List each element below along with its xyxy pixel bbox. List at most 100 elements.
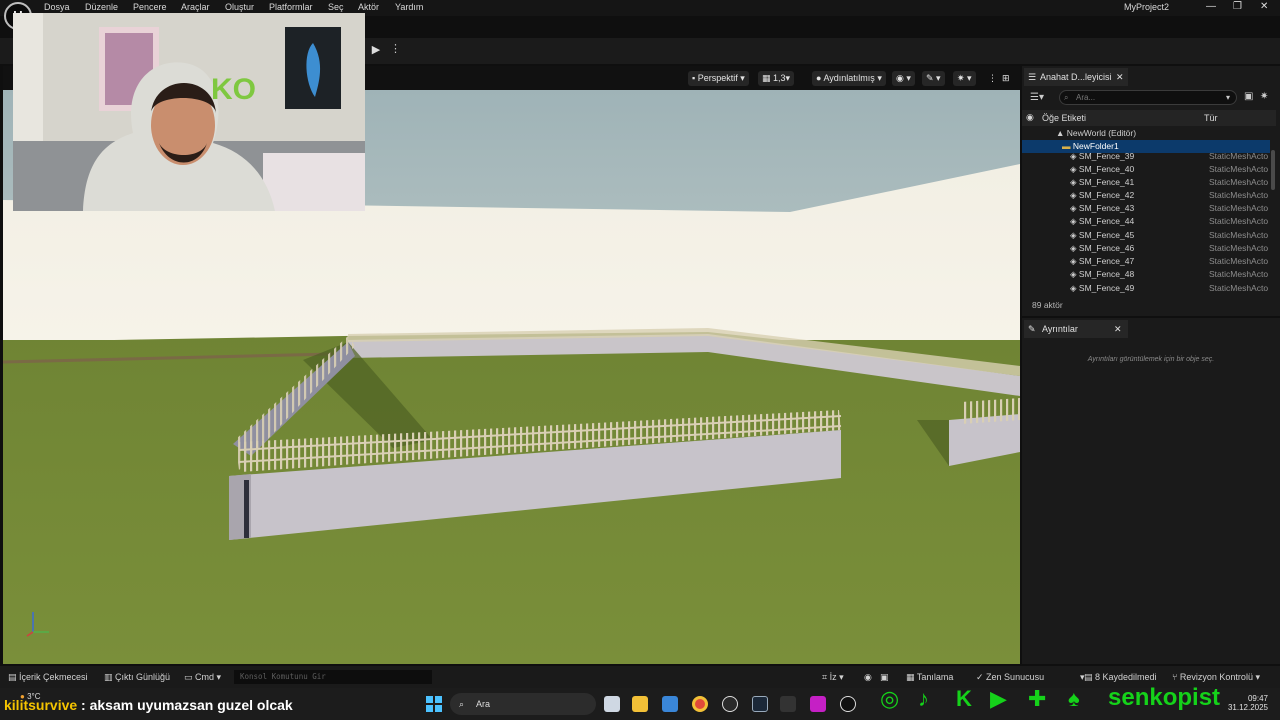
unsaved-button[interactable]: ▤ 8 Kaydedilmedi xyxy=(1084,672,1157,683)
webcam-overlay: KO xyxy=(13,13,365,211)
menu-window[interactable]: Pencere xyxy=(133,2,167,12)
bell-icon: ♠ xyxy=(1068,686,1080,711)
transform-icon: ✎ xyxy=(926,73,934,83)
menu-actor[interactable]: Aktör xyxy=(358,2,379,12)
gear-icon: ✷ xyxy=(957,73,965,83)
drawer-icon: ▤ xyxy=(8,672,20,682)
menu-build[interactable]: Oluştur xyxy=(225,2,254,12)
mesh-icon: ◈ xyxy=(1070,283,1079,293)
show-flags-button[interactable]: ◉ ▾ xyxy=(892,71,915,86)
fov-button[interactable]: ▦ 1,3▾ xyxy=(758,71,795,86)
close-tab-icon[interactable]: ✕ xyxy=(1114,320,1122,338)
youtube-icon: ▶ xyxy=(990,686,1007,711)
obs-icon[interactable] xyxy=(722,696,738,712)
minimize-icon[interactable]: — xyxy=(1206,1,1216,12)
filter-icon[interactable]: ☰▾ xyxy=(1030,92,1044,103)
taskbar-search[interactable]: ⌕ Ara xyxy=(450,693,596,715)
list-item[interactable]: ◈ SM_Fence_45 StaticMeshActo xyxy=(1022,229,1270,242)
list-item[interactable]: ◈ SM_Fence_44 StaticMeshActo xyxy=(1022,215,1270,228)
transform-button[interactable]: ✎ ▾ xyxy=(922,71,945,86)
details-empty-message: Ayrıntıları görüntülemek için bir obje s… xyxy=(1087,356,1215,363)
chat-overlay: kilitsurvive : aksam uyumazsan guzel olc… xyxy=(4,697,293,713)
list-item[interactable]: ◈ SM_Fence_39 StaticMeshActo xyxy=(1022,150,1270,163)
zen-server-button[interactable]: ✓ Zen Sunucusu xyxy=(976,672,1044,683)
chat-username: kilitsurvive xyxy=(4,697,78,713)
column-label[interactable]: Öğe Etiketi xyxy=(1042,113,1086,123)
steam-icon[interactable] xyxy=(752,696,768,712)
list-item[interactable]: ◈ SM_Fence_49 StaticMeshActo xyxy=(1022,282,1270,295)
chevron-down-icon[interactable]: ▾ xyxy=(1226,91,1230,104)
search-icon: ⌕ xyxy=(459,699,465,709)
task-view-icon[interactable] xyxy=(604,696,620,712)
column-type[interactable]: Tür xyxy=(1204,113,1218,123)
grid-icon: ▦ xyxy=(762,73,774,83)
content-drawer-button[interactable]: ▤ İçerik Çekmecesi xyxy=(8,672,88,683)
mesh-icon: ◈ xyxy=(1070,164,1079,174)
tab-outliner[interactable]: ☰ Anahat D...leyicisi ✕ xyxy=(1024,68,1128,86)
outliner-settings-icon[interactable]: ✷ xyxy=(1260,91,1268,102)
cmd-dropdown[interactable]: ▭ Cmd ▾ xyxy=(184,672,221,683)
lighting-button[interactable]: ● Aydınlatılmış ▾ xyxy=(812,71,886,86)
camera-icon[interactable]: ▣ xyxy=(880,672,889,683)
list-item[interactable]: ◈ SM_Fence_47 StaticMeshActo xyxy=(1022,255,1270,268)
streamer-brand: senkopist xyxy=(1108,684,1221,711)
clock-date: 31.12.2025 xyxy=(1227,703,1268,712)
menu-platforms[interactable]: Platformlar xyxy=(269,2,313,12)
diagnostics-icon: ▦ xyxy=(906,672,917,682)
list-item[interactable]: ◈ SM_Fence_43 StaticMeshActo xyxy=(1022,202,1270,215)
list-item[interactable]: ◈ SM_Fence_42 StaticMeshActo xyxy=(1022,189,1270,202)
branch-icon: ⑂ xyxy=(1172,672,1180,682)
menu-select[interactable]: Seç xyxy=(328,2,344,12)
tree-world[interactable]: ▲ NewWorld (Editör) xyxy=(1022,127,1270,140)
revision-control-button[interactable]: ⑂ Revizyon Kontrolü ▾ xyxy=(1172,672,1260,683)
taskbar-clock[interactable]: 09:47 31.12.2025 xyxy=(1226,694,1268,712)
perspective-button[interactable]: ▪ Perspektif ▾ xyxy=(688,71,749,86)
project-name: MyProject2 xyxy=(1124,2,1170,12)
list-item[interactable]: ◈ SM_Fence_46 StaticMeshActo xyxy=(1022,242,1270,255)
mesh-icon: ◈ xyxy=(1070,151,1079,161)
play-icon[interactable]: ▶ xyxy=(366,42,386,58)
unreal-engine-icon[interactable] xyxy=(840,696,856,712)
list-item[interactable]: ◈ SM_Fence_41 StaticMeshActo xyxy=(1022,176,1270,189)
menu-edit[interactable]: Düzenle xyxy=(85,2,118,12)
maximize-icon[interactable]: ❐ xyxy=(1233,1,1242,12)
mesh-icon: ◈ xyxy=(1070,269,1079,279)
clock-time: 09:47 xyxy=(1247,694,1268,703)
visibility-icon[interactable]: ◉ xyxy=(1026,112,1034,123)
list-item[interactable]: ◈ SM_Fence_48 StaticMeshActo xyxy=(1022,268,1270,281)
store-icon[interactable] xyxy=(662,696,678,712)
chrome-icon[interactable] xyxy=(692,696,708,712)
outliner-scrollbar[interactable] xyxy=(1271,150,1275,190)
zen-icon: ✓ xyxy=(976,672,987,682)
diagnostics-button[interactable]: ▦ Tanılama xyxy=(906,672,953,683)
eye-icon: ◉ xyxy=(896,73,904,83)
menu-tools[interactable]: Araçlar xyxy=(181,2,210,12)
console-command-input[interactable]: Konsol Komutunu Gir xyxy=(234,670,432,684)
outliner-search-input[interactable]: ⌕ Ara... ▾ xyxy=(1059,90,1237,105)
record-icon[interactable]: ◉ xyxy=(864,672,872,683)
thumbs-up-icon: ✚ xyxy=(1028,686,1047,711)
pencil-icon: ✎ xyxy=(1028,324,1036,334)
epic-games-icon[interactable] xyxy=(780,696,796,712)
list-item[interactable]: ◈ SM_Fence_40 StaticMeshActo xyxy=(1022,163,1270,176)
tiktok-icon: ♪ xyxy=(918,686,929,711)
close-tab-icon[interactable]: ✕ xyxy=(1116,68,1124,86)
app-icon[interactable] xyxy=(810,696,826,712)
output-log-button[interactable]: ▥ Çıktı Günlüğü xyxy=(104,672,170,683)
kick-icon: K xyxy=(956,686,972,711)
outliner-column-header: ◉ Öğe Etiketi Tür xyxy=(1022,110,1276,126)
tab-details[interactable]: ✎ Ayrıntılar ✕ xyxy=(1024,320,1128,338)
close-window-icon[interactable]: ✕ xyxy=(1260,1,1268,12)
instagram-icon: ◎ xyxy=(880,686,900,711)
add-folder-icon[interactable]: ▣ xyxy=(1244,91,1253,102)
trace-dropdown[interactable]: ⌗ İz ▾ xyxy=(822,672,844,683)
more-options-icon[interactable]: ⋮ xyxy=(390,42,401,55)
mesh-icon: ◈ xyxy=(1070,230,1079,240)
settings-button[interactable]: ✷ ▾ xyxy=(953,71,976,86)
windows-start-icon[interactable] xyxy=(426,696,442,712)
file-explorer-icon[interactable] xyxy=(632,696,648,712)
menu-file[interactable]: Dosya xyxy=(44,2,70,12)
menu-help[interactable]: Yardım xyxy=(395,2,423,12)
layout-icon[interactable]: ⊞ xyxy=(998,71,1014,86)
mesh-icon: ◈ xyxy=(1070,203,1079,213)
